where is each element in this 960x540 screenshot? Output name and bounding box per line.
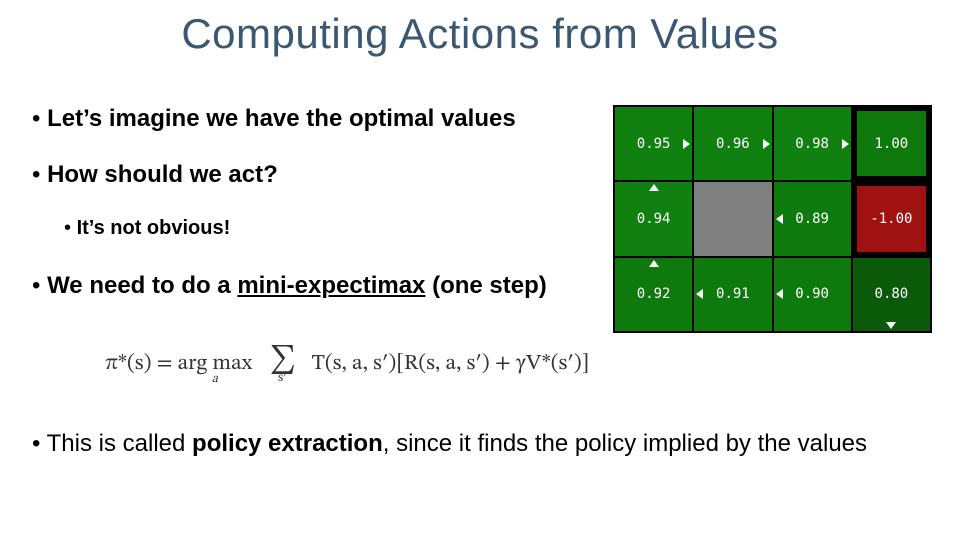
policy-formula: π*(s) = arg max a ∑s′ T(s, a, s′)[R(s, a… — [105, 345, 589, 380]
cell-value: 0.94 — [637, 211, 671, 227]
bullet-text: We need to do a — [47, 272, 237, 299]
argmax: arg max a — [178, 350, 253, 378]
formula-lhs: π*(s) = — [105, 353, 178, 375]
grid-cell: 0.89 — [774, 182, 851, 255]
cell-value: 0.92 — [637, 286, 671, 302]
grid-cell: 0.94 — [615, 182, 692, 255]
grid-cell: 0.92 — [615, 258, 692, 331]
arrow-right-icon — [763, 139, 770, 149]
cell-value: 0.96 — [716, 136, 750, 152]
argmax-sub: a — [212, 372, 218, 388]
cell-value: 0.90 — [795, 286, 829, 302]
arrow-left-icon — [776, 214, 783, 224]
arrow-right-icon — [842, 139, 849, 149]
cell-value: 0.80 — [875, 286, 909, 302]
cell-value: -1.00 — [870, 211, 912, 227]
cell-value: 0.98 — [795, 136, 829, 152]
cell-value: 0.91 — [716, 286, 750, 302]
arrow-down-icon — [886, 322, 896, 329]
arrow-left-icon — [776, 289, 783, 299]
bullet-text: (one step) — [425, 272, 546, 299]
grid-cell — [694, 182, 771, 255]
formula-body: T(s, a, s′)[R(s, a, s′) + γV*(s′)] — [312, 353, 590, 375]
slide-title: Computing Actions from Values — [0, 10, 960, 58]
gridworld-figure: 0.95 0.96 0.98 1.00 0.94 0.89 -1.00 0.92 0.91 0.9… — [613, 105, 932, 333]
arrow-right-icon — [683, 139, 690, 149]
arrow-up-icon — [649, 260, 659, 267]
policy-extraction-term: policy extraction — [192, 430, 383, 457]
grid-cell: 0.90 — [774, 258, 851, 331]
sum-sub: s′ — [278, 372, 287, 385]
cell-value: 1.00 — [875, 136, 909, 152]
bullet-text: , since it finds the policy implied by t… — [383, 430, 867, 457]
grid-cell: -1.00 — [853, 182, 930, 255]
grid-cell: 0.98 — [774, 107, 851, 180]
grid-cell: 0.96 — [694, 107, 771, 180]
bullet-text: This is called — [47, 430, 192, 457]
grid-cell: 0.95 — [615, 107, 692, 180]
arrow-left-icon — [696, 289, 703, 299]
grid-cell: 1.00 — [853, 107, 930, 180]
cell-value: 0.95 — [637, 136, 671, 152]
grid-cell: 0.80 — [853, 258, 930, 331]
slide: Computing Actions from Values Let’s imag… — [0, 0, 960, 540]
arrow-up-icon — [649, 184, 659, 191]
gridworld-table: 0.95 0.96 0.98 1.00 0.94 0.89 -1.00 0.92 0.91 0.9… — [615, 107, 930, 331]
grid-cell: 0.91 — [694, 258, 771, 331]
bullet-policy-extraction: This is called policy extraction, since … — [32, 430, 928, 458]
mini-expectimax-term: mini-expectimax — [237, 272, 425, 299]
cell-value: 0.89 — [795, 211, 829, 227]
